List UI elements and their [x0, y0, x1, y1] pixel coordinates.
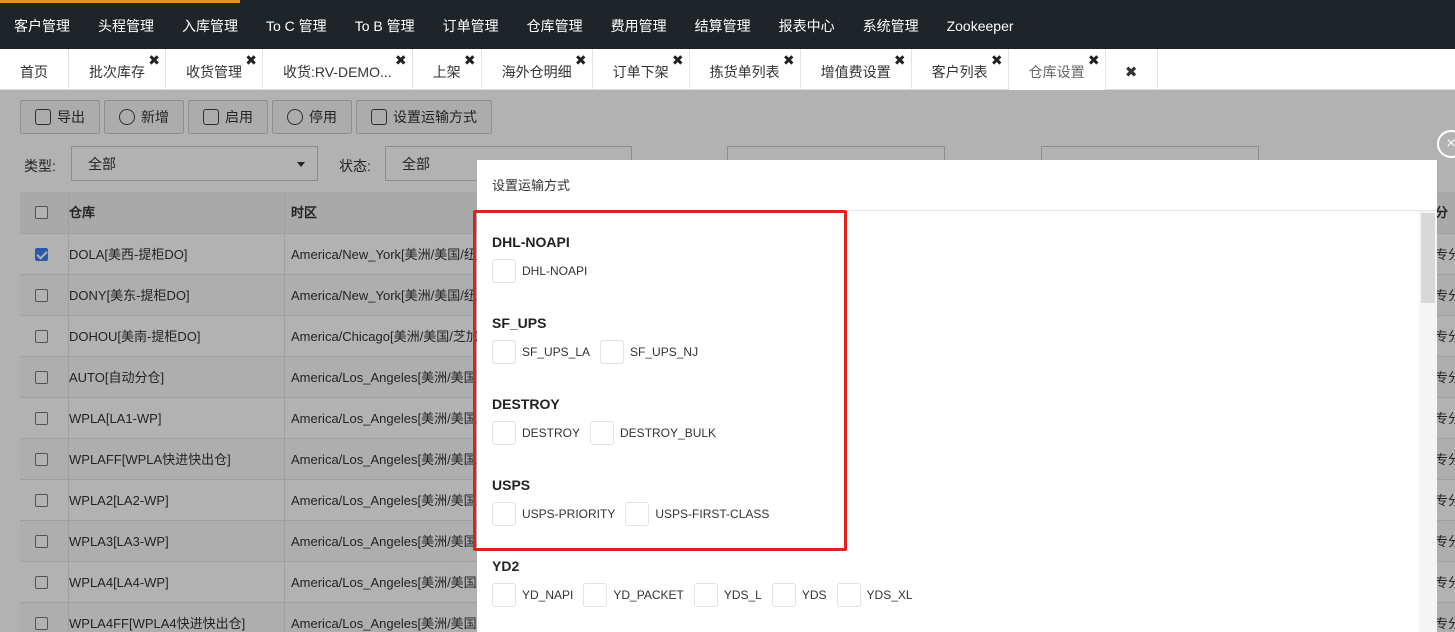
tab-item[interactable]: 批次库存 ✖ [69, 49, 166, 90]
tab-label: 订单下架 [612, 64, 669, 80]
app-window: 客户管理 头程管理 入库管理 To C 管理 To B 管理 订单管理 仓库管理 费用管理 结算… [0, 0, 1455, 632]
shipping-option-checkbox[interactable] [492, 583, 516, 607]
nav-item[interactable]: 订单管理 [429, 4, 513, 49]
shipping-option[interactable]: YD_NAPI [492, 583, 573, 607]
shipping-group: YD2 YD_NAPI YD_PACKET YDS_L YDS YDS_XL [492, 556, 923, 608]
tab-item[interactable]: 订单下架 ✖ [593, 49, 690, 90]
tab-item[interactable]: 首页 [0, 49, 69, 90]
nav-menu: 客户管理 头程管理 入库管理 To C 管理 To B 管理 订单管理 仓库管理 费用管理 结算… [0, 4, 1028, 49]
nav-item[interactable]: 报表中心 [765, 4, 849, 49]
close-icon[interactable]: ✖ [672, 53, 684, 67]
close-icon[interactable]: ✖ [395, 53, 407, 67]
close-icon[interactable]: ✖ [148, 53, 160, 67]
nav-item[interactable]: To C 管理 [252, 4, 341, 49]
tab-bar: 首页 批次库存 ✖ 收货管理 ✖ 收货:RV-DEMO... ✖ 上架 ✖ 海外仓明细 ✖ 订单下架 ✖… [0, 49, 1455, 90]
highlight-box [473, 210, 847, 551]
shipping-option-label: YD_PACKET [613, 588, 684, 602]
shipping-option[interactable]: YD_PACKET [583, 583, 684, 607]
close-icon[interactable]: ✖ [894, 53, 906, 67]
shipping-option-checkbox[interactable] [583, 583, 608, 607]
close-all-tabs-icon[interactable]: ✖ [1106, 49, 1158, 90]
scrollbar-thumb[interactable] [1421, 213, 1435, 303]
shipping-option-checkbox[interactable] [693, 583, 718, 607]
close-icon[interactable]: ✖ [464, 53, 476, 67]
nav-accent-bar [0, 0, 240, 3]
tab-item[interactable]: 收货管理 ✖ [166, 49, 263, 90]
nav-item[interactable]: 费用管理 [597, 4, 681, 49]
nav-item[interactable]: 仓库管理 [513, 4, 597, 49]
shipping-option-checkbox[interactable] [836, 583, 861, 607]
tab-label: 上架 [432, 64, 461, 80]
tab-label: 海外仓明细 [501, 64, 572, 80]
tab-item[interactable]: 客户列表 ✖ [912, 49, 1009, 90]
shipping-option-label: YDS [801, 588, 827, 602]
tab-item[interactable]: 仓库设置 ✖ [1008, 49, 1106, 90]
tab-label: 收货管理 [186, 64, 242, 80]
shipping-group-title: YD2 [492, 558, 520, 574]
shipping-option-label: YD_NAPI [522, 588, 574, 602]
tab-label: 客户列表 [931, 64, 988, 80]
tab-label: 批次库存 [89, 64, 145, 80]
tab-label: 收货:RV-DEMO... [283, 64, 392, 80]
shipping-option[interactable]: YDS_XL [836, 583, 913, 607]
shipping-option[interactable]: YDS_L [693, 583, 762, 607]
nav-item[interactable]: 头程管理 [84, 4, 168, 49]
tab-item[interactable]: 增值费设置 ✖ [801, 49, 912, 90]
tab-item[interactable]: 收货:RV-DEMO... ✖ [263, 49, 413, 90]
nav-item[interactable]: 系统管理 [849, 4, 933, 49]
shipping-options: YD_NAPI YD_PACKET YDS_L YDS YDS_XL [492, 582, 923, 608]
shipping-option-checkbox[interactable] [771, 583, 796, 607]
tab-item[interactable]: 上架 ✖ [413, 49, 482, 90]
shipping-option-label: YDS_XL [866, 588, 913, 602]
shipping-option[interactable]: YDS [771, 583, 827, 607]
tab-label: 拣货单列表 [709, 64, 780, 80]
tab-item[interactable]: 拣货单列表 ✖ [690, 49, 801, 90]
nav-item[interactable]: Zookeeper [933, 4, 1028, 49]
close-icon[interactable]: ✖ [575, 53, 587, 67]
top-navigation: 客户管理 头程管理 入库管理 To C 管理 To B 管理 订单管理 仓库管理 费用管理 结算… [0, 0, 1455, 49]
dialog-title: 设置运输方式 [477, 160, 1437, 211]
dialog-scrollbar[interactable] [1419, 211, 1437, 632]
close-icon[interactable]: ✖ [1088, 53, 1100, 67]
tab-label: 首页 [20, 64, 48, 80]
shipping-option-label: YDS_L [723, 588, 762, 602]
nav-item[interactable]: 客户管理 [0, 4, 84, 49]
tab-label: 仓库设置 [1028, 64, 1085, 80]
nav-item[interactable]: To B 管理 [341, 4, 429, 49]
close-icon[interactable]: ✖ [245, 53, 257, 67]
nav-item[interactable]: 结算管理 [681, 4, 765, 49]
tab-item[interactable]: 海外仓明细 ✖ [482, 49, 593, 90]
tab-label: 增值费设置 [820, 64, 891, 80]
nav-item[interactable]: 入库管理 [168, 4, 252, 49]
close-icon[interactable]: ✖ [991, 53, 1003, 67]
close-icon[interactable]: ✖ [783, 53, 795, 67]
